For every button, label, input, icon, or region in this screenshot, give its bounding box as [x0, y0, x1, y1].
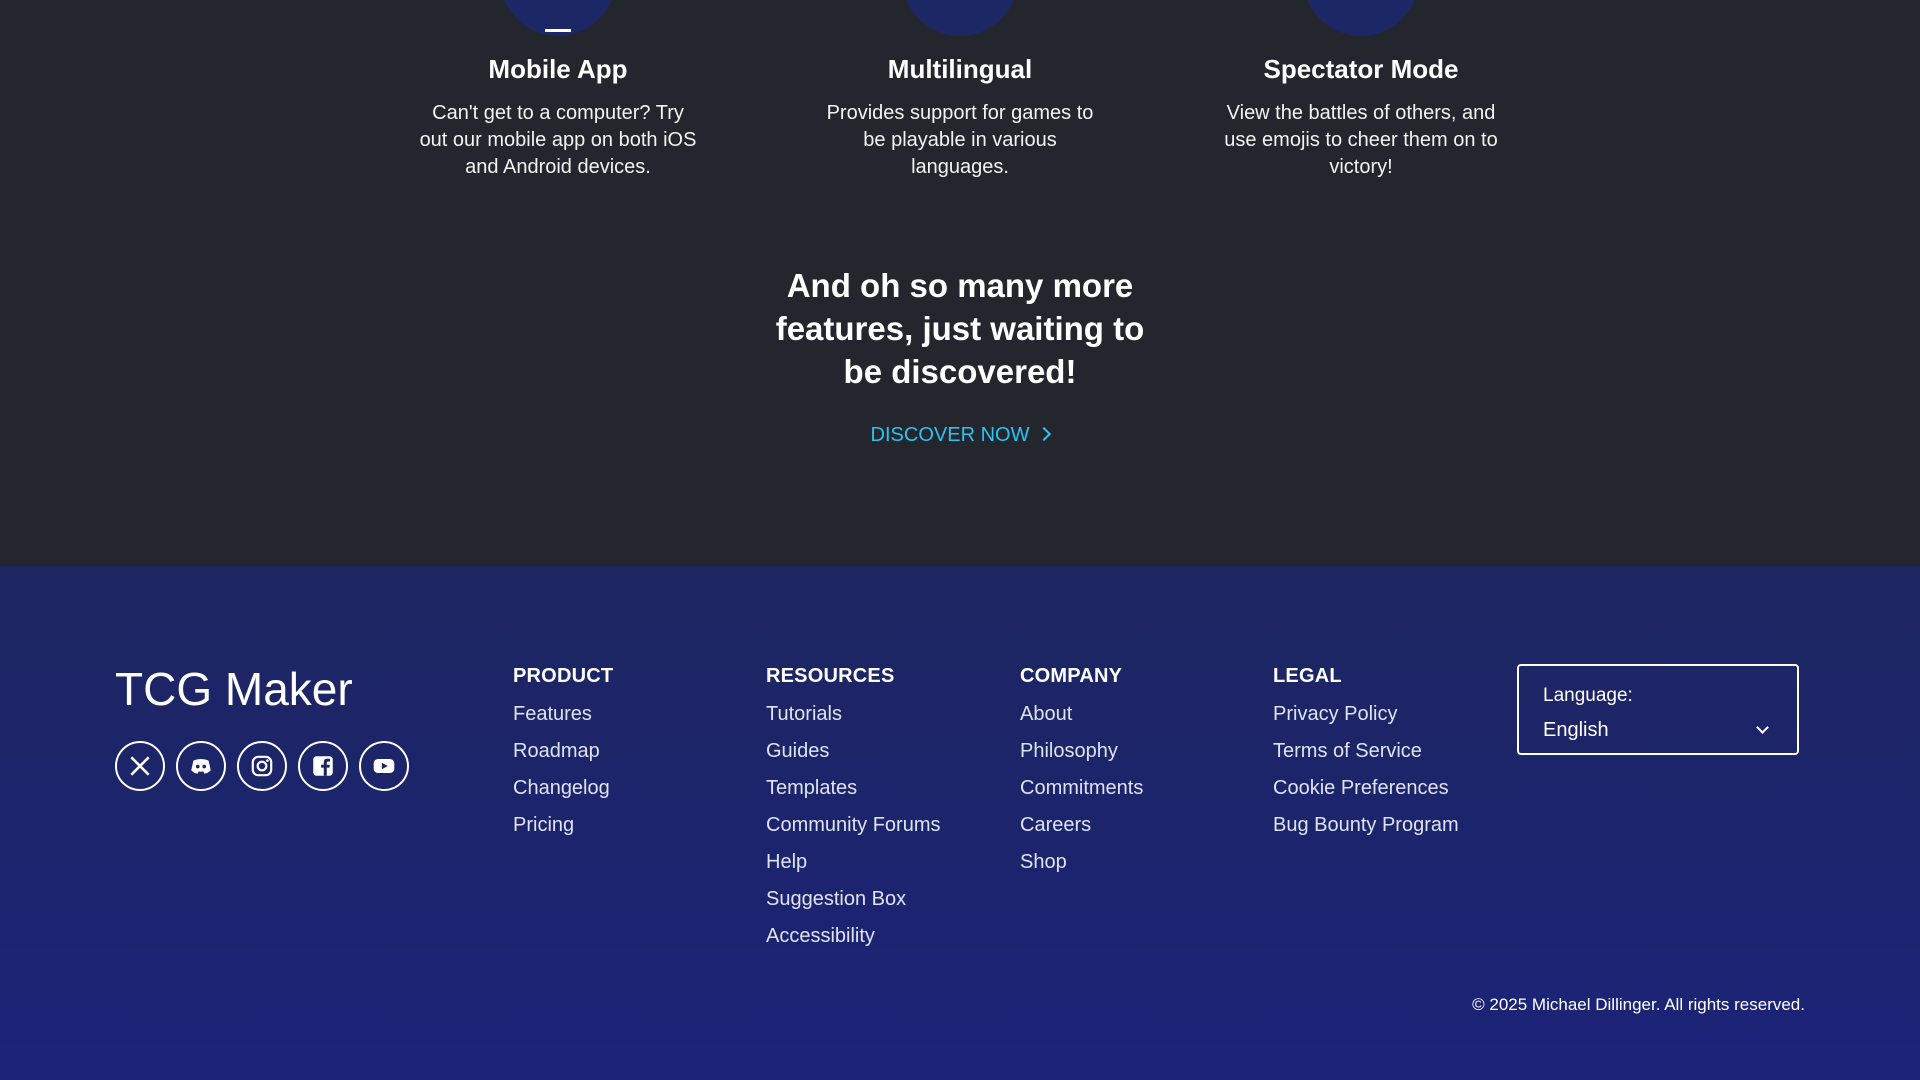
chevron-down-icon [1756, 721, 1769, 734]
language-label: Language: [1543, 685, 1633, 706]
footer-link-pricing[interactable]: Pricing [513, 807, 613, 844]
column-heading: RESOURCES [766, 665, 895, 687]
footer-link-accessibility[interactable]: Accessibility [766, 918, 940, 955]
footer-link-about[interactable]: About [1020, 696, 1143, 733]
features-section: Mobile App Can't get to a computer? Try … [0, 0, 1920, 566]
youtube-icon [373, 758, 395, 774]
footer-link-privacy-policy[interactable]: Privacy Policy [1273, 696, 1459, 733]
language-value: English [1543, 719, 1609, 741]
language-select[interactable]: Language: English [1517, 664, 1799, 755]
footer-column-product: PRODUCT Features Roadmap Changelog Prici… [513, 664, 613, 844]
footer-link-changelog[interactable]: Changelog [513, 770, 613, 807]
spectator-mode-icon [1303, 0, 1419, 36]
x-social-button[interactable] [115, 741, 165, 791]
feature-description: View the battles of others, and use emoj… [1224, 102, 1498, 178]
footer-link-features[interactable]: Features [513, 696, 613, 733]
discord-icon [191, 758, 211, 774]
more-features-heading: And oh so many more features, just waiti… [775, 267, 1145, 390]
feature-description: Provides support for games to be playabl… [826, 102, 1094, 178]
footer-column-legal: LEGAL Privacy Policy Terms of Service Co… [1273, 664, 1459, 844]
footer-link-templates[interactable]: Templates [766, 770, 940, 807]
footer-link-careers[interactable]: Careers [1020, 807, 1143, 844]
brand-name: TCG Maker [115, 663, 353, 715]
chevron-right-icon [1037, 426, 1052, 442]
footer-link-shop[interactable]: Shop [1020, 844, 1143, 881]
footer-link-terms-of-service[interactable]: Terms of Service [1273, 733, 1459, 770]
column-heading: COMPANY [1020, 665, 1123, 687]
multilingual-icon [902, 0, 1018, 36]
social-links [115, 741, 409, 791]
discover-now-label: DISCOVER NOW [870, 424, 1030, 446]
site-footer: TCG Maker PRODUCT Features Roadmap Chang… [0, 566, 1920, 1080]
footer-link-guides[interactable]: Guides [766, 733, 940, 770]
feature-title: Multilingual [887, 54, 1033, 84]
footer-link-tutorials[interactable]: Tutorials [766, 696, 940, 733]
footer-link-suggestion-box[interactable]: Suggestion Box [766, 881, 940, 918]
youtube-social-button[interactable] [359, 741, 409, 791]
footer-link-bug-bounty-program[interactable]: Bug Bounty Program [1273, 807, 1459, 844]
column-heading: PRODUCT [513, 665, 614, 687]
feature-title: Mobile App [488, 54, 628, 84]
facebook-social-button[interactable] [298, 741, 348, 791]
feature-title: Spectator Mode [1263, 54, 1459, 84]
footer-link-help[interactable]: Help [766, 844, 940, 881]
instagram-icon [251, 755, 273, 777]
footer-link-philosophy[interactable]: Philosophy [1020, 733, 1143, 770]
x-icon [130, 756, 150, 776]
feature-description: Can't get to a computer? Try out our mob… [419, 102, 697, 178]
instagram-social-button[interactable] [237, 741, 287, 791]
footer-column-company: COMPANY About Philosophy Commitments Car… [1020, 664, 1143, 881]
footer-column-resources: RESOURCES Tutorials Guides Templates Com… [766, 664, 940, 955]
discover-now-link[interactable]: DISCOVER NOW [860, 420, 1060, 450]
mobile-app-icon [500, 0, 616, 36]
footer-link-cookie-preferences[interactable]: Cookie Preferences [1273, 770, 1459, 807]
facebook-icon [313, 756, 333, 776]
column-heading: LEGAL [1273, 665, 1342, 687]
discord-social-button[interactable] [176, 741, 226, 791]
copyright-notice: © 2025 Michael Dillinger. All rights res… [1472, 995, 1805, 1014]
footer-link-roadmap[interactable]: Roadmap [513, 733, 613, 770]
footer-link-commitments[interactable]: Commitments [1020, 770, 1143, 807]
footer-link-community-forums[interactable]: Community Forums [766, 807, 940, 844]
